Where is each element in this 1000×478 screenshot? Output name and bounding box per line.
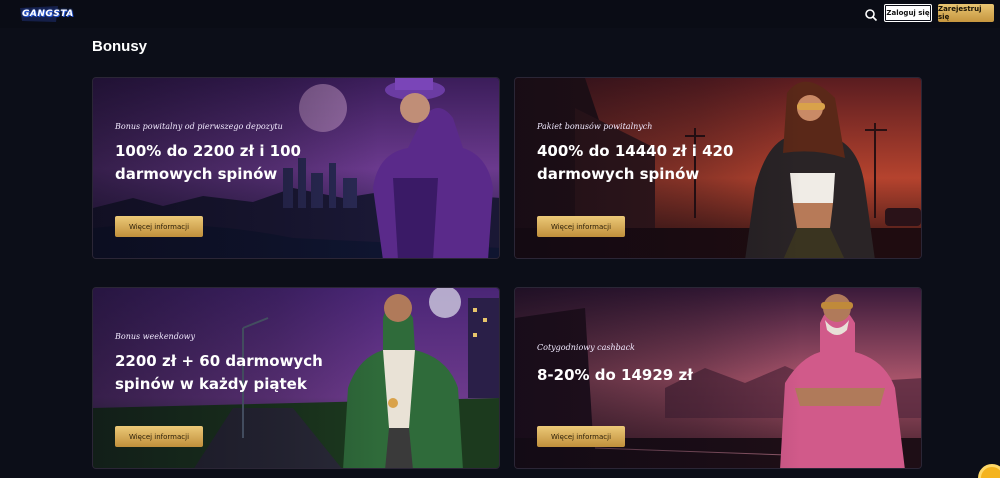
more-info-button[interactable]: Więcej informacji bbox=[537, 216, 625, 237]
login-button[interactable]: Zaloguj się bbox=[884, 4, 932, 22]
card-title: 2200 zł + 60 darmowych spinów w każdy pi… bbox=[115, 352, 323, 393]
bonus-card-welcome-package[interactable]: Pakiet bonusów powitalnych 400% do 14440… bbox=[514, 77, 922, 259]
page-title: Bonusy bbox=[92, 38, 148, 55]
chat-icon[interactable] bbox=[978, 464, 1000, 478]
more-info-button[interactable]: Więcej informacji bbox=[537, 426, 625, 447]
card-eyebrow: Bonus powitalny od pierwszego depozytu bbox=[115, 122, 283, 131]
register-button[interactable]: Zarejestruj się bbox=[938, 4, 994, 22]
bonus-card-weekend[interactable]: Bonus weekendowy 2200 zł + 60 darmowych … bbox=[92, 287, 500, 469]
card-eyebrow: Pakiet bonusów powitalnych bbox=[537, 122, 653, 131]
logo-text: GANGSTA bbox=[22, 9, 74, 19]
bonus-card-cashback[interactable]: Cotygodniowy cashback 8-20% do 14929 zł … bbox=[514, 287, 922, 469]
card-eyebrow: Bonus weekendowy bbox=[115, 332, 196, 341]
card-title: 400% do 14440 zł i 420 darmowych spinów bbox=[537, 142, 734, 183]
card-eyebrow: Cotygodniowy cashback bbox=[537, 343, 635, 352]
more-info-button[interactable]: Więcej informacji bbox=[115, 426, 203, 447]
more-info-button[interactable]: Więcej informacji bbox=[115, 216, 203, 237]
card-title: 8-20% do 14929 zł bbox=[537, 366, 693, 384]
card-title: 100% do 2200 zł i 100 darmowych spinów bbox=[115, 142, 301, 183]
search-icon[interactable] bbox=[864, 7, 878, 22]
site-logo[interactable]: GANGSTA bbox=[18, 4, 73, 24]
bonus-card-welcome[interactable]: Bonus powitalny od pierwszego depozytu 1… bbox=[92, 77, 500, 259]
top-bar: GANGSTA Zaloguj się Zarejestruj się bbox=[0, 0, 1000, 28]
